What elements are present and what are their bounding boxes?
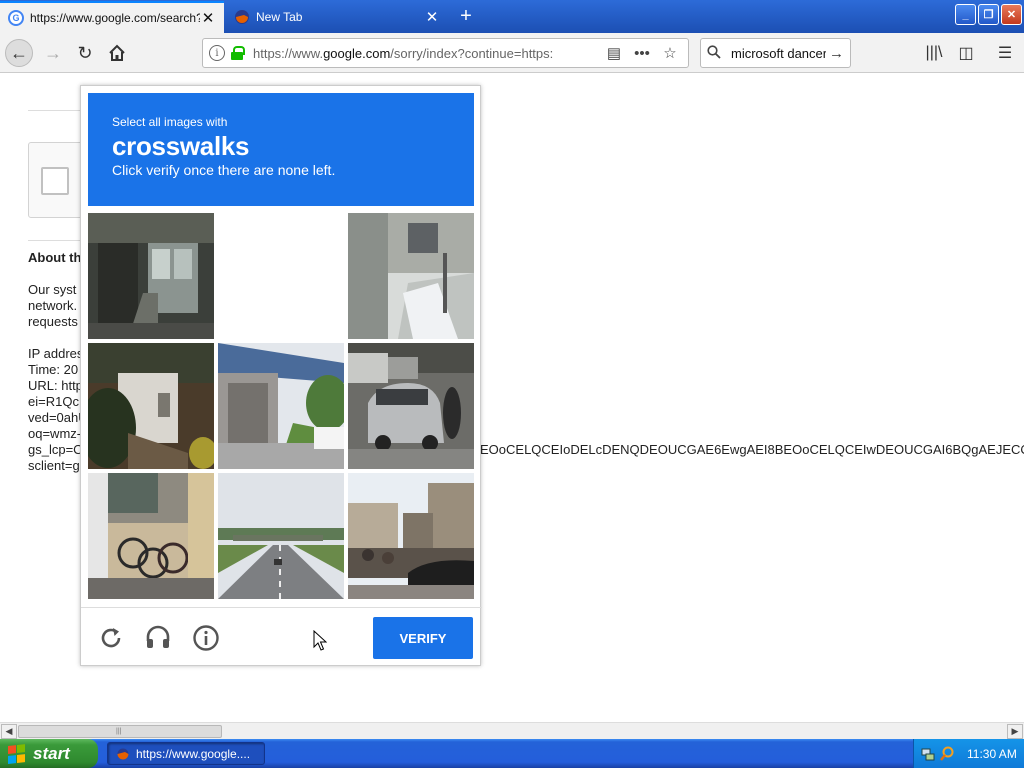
lock-icon[interactable] (231, 46, 245, 60)
recaptcha-challenge: Select all images with crosswalks Click … (80, 85, 482, 667)
image-tile-blank[interactable] (218, 213, 344, 339)
search-input[interactable]: microsoft dancer (731, 46, 826, 61)
info-icon[interactable]: i (209, 45, 225, 61)
divider (28, 240, 88, 241)
navigation-toolbar: ← → ↻ i https://www.google.com/sorry/ind… (0, 33, 1024, 73)
network-icon[interactable] (920, 746, 936, 762)
clock: 11:30 AM (967, 746, 1017, 761)
close-tab-icon[interactable]: ✕ (200, 9, 216, 27)
bookmark-star-icon[interactable]: ☆ (658, 44, 682, 62)
detail-line: gs_lcp=C (28, 442, 83, 457)
search-field[interactable]: microsoft dancer → (700, 38, 851, 68)
detail-line: ei=R1Qc (28, 394, 79, 409)
new-tab-plus-icon[interactable]: + (455, 4, 477, 28)
windows-logo-icon (8, 743, 26, 764)
image-tile-small-building[interactable] (88, 343, 214, 469)
explanation-paragraph: Our syst network. requests (28, 282, 78, 330)
horizontal-scrollbar[interactable]: ◀ ||| ▶ (0, 722, 1024, 739)
reload-icon[interactable]: ↻ (71, 39, 99, 67)
menu-hamburger-icon[interactable]: ☰ (991, 39, 1019, 67)
url-bar[interactable]: i https://www.google.com/sorry/index?con… (202, 38, 689, 68)
mouse-cursor-icon (313, 630, 327, 651)
image-tile-highway-overpass[interactable] (218, 343, 344, 469)
tab-strip: G https://www.google.com/search?q ✕ New … (0, 0, 1024, 33)
image-tile-car-and-motorcycle[interactable] (348, 343, 474, 469)
firefox-icon (234, 9, 250, 25)
close-window-icon[interactable]: ✕ (1001, 4, 1022, 25)
image-tile-market-street[interactable] (348, 473, 474, 599)
challenge-prompt: Select all images with (112, 115, 228, 129)
image-grid (88, 213, 474, 599)
scrollbar-thumb[interactable]: ||| (18, 725, 222, 738)
start-label: start (33, 743, 70, 763)
challenge-header: Select all images with crosswalks Click … (88, 93, 474, 206)
close-tab-icon[interactable]: ✕ (424, 8, 440, 26)
detail-line: ved=0ahU (28, 410, 88, 425)
minimize-icon[interactable]: _ (955, 4, 976, 25)
gs-lcp-value: EOoCELQCEIoDELcDENQDEOUCGAE6EwgAEI8BEOoC… (480, 442, 1024, 457)
search-icon (707, 44, 725, 62)
detail-line: Time: 20 (28, 362, 79, 377)
detail-line: URL: http (28, 378, 83, 393)
verify-button[interactable]: VERIFY (373, 617, 473, 659)
challenge-keyword: crosswalks (112, 131, 250, 161)
challenge-footer: VERIFY (81, 607, 482, 667)
reload-challenge-icon[interactable] (97, 624, 125, 652)
request-details: IP addres Time: 20 URL: http ei=R1Qc ved… (28, 346, 88, 474)
window-controls: _ ❐ ✕ (955, 4, 1022, 25)
page-actions-icon[interactable]: ••• (630, 45, 654, 62)
detail-line: sclient=g (28, 458, 80, 473)
url-path: /sorry/index?continue=https: (390, 45, 554, 61)
image-tile-store-entrance[interactable] (88, 213, 214, 339)
paragraph-line: requests (28, 314, 78, 329)
scroll-right-arrow-icon[interactable]: ▶ (1007, 724, 1023, 739)
tab-google-search[interactable]: G https://www.google.com/search?q ✕ (0, 1, 224, 33)
library-icon[interactable]: |||\ (920, 39, 948, 67)
divider (28, 110, 88, 111)
image-tile-residential-street[interactable] (348, 213, 474, 339)
paragraph-line: Our syst (28, 282, 77, 297)
help-info-icon[interactable] (192, 624, 220, 652)
tab-title: New Tab (256, 10, 303, 24)
scroll-left-arrow-icon[interactable]: ◀ (1, 724, 17, 739)
firefox-icon (117, 748, 129, 759)
url-prefix: https://www. (253, 45, 324, 61)
audio-challenge-icon[interactable] (144, 624, 172, 652)
windows-taskbar: start https://www.google.... 11:30 AM (0, 739, 1024, 768)
search-magnifier-icon[interactable] (939, 746, 955, 762)
detail-line: oq=wmz- (28, 426, 82, 441)
taskbar-item-label: https://www.google.... (136, 746, 251, 761)
about-heading: About th (28, 250, 82, 265)
search-go-arrow-icon[interactable]: → (826, 45, 844, 62)
detail-line: IP addres (28, 346, 84, 361)
start-button[interactable]: start (0, 739, 98, 768)
restore-icon[interactable]: ❐ (978, 4, 999, 25)
challenge-instruction: Click verify once there are none left. (112, 162, 336, 178)
reader-view-icon[interactable]: ▤ (602, 44, 626, 62)
taskbar-item-firefox[interactable]: https://www.google.... (107, 742, 265, 765)
image-tile-parked-bicycles[interactable] (88, 473, 214, 599)
google-icon: G (8, 10, 24, 26)
url-domain: google.com (323, 45, 391, 61)
tab-title: https://www.google.com/search?q (30, 11, 200, 25)
forward-arrow-icon[interactable]: → (39, 39, 67, 67)
system-tray: 11:30 AM (913, 739, 1024, 768)
home-icon[interactable] (103, 39, 131, 67)
image-tile-highway[interactable] (218, 473, 344, 599)
sidebar-icon[interactable]: ◫ (952, 39, 980, 67)
not-a-robot-checkbox[interactable] (41, 167, 69, 195)
back-arrow-icon[interactable]: ← (5, 39, 33, 67)
paragraph-line: network. (28, 298, 78, 313)
tab-new-tab[interactable]: New Tab ✕ (226, 1, 448, 33)
url-text[interactable]: https://www.google.com/sorry/index?conti… (253, 46, 598, 61)
